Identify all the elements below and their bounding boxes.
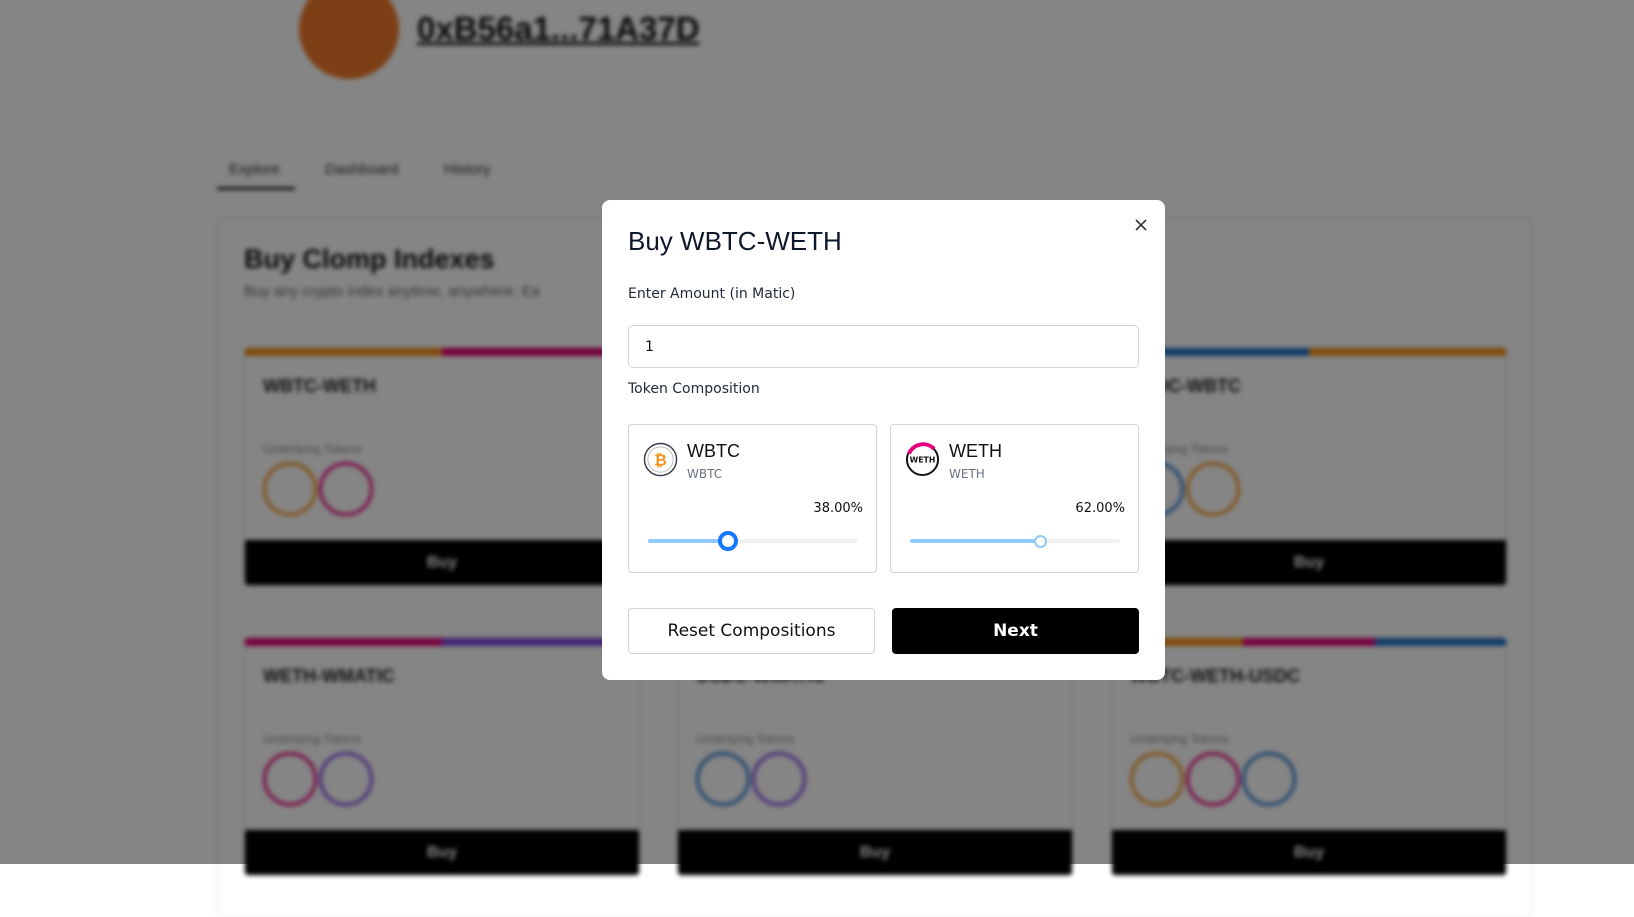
token-percent: 38.00%	[813, 501, 863, 516]
bitcoin-icon: ₿	[643, 442, 678, 477]
composition-slider-weth[interactable]	[910, 533, 1120, 549]
close-icon[interactable]	[1130, 214, 1152, 236]
token-card-weth: WETH WETH WETH 62.00%	[890, 424, 1139, 573]
token-symbol: WETH	[949, 467, 985, 481]
token-percent: 62.00%	[1075, 501, 1125, 516]
composition-slider-wbtc[interactable]	[648, 531, 858, 551]
token-name: WETH	[949, 441, 1002, 461]
next-button[interactable]: Next	[892, 608, 1139, 654]
modal-title: Buy WBTC-WETH	[628, 226, 842, 256]
svg-text:WETH: WETH	[910, 455, 936, 464]
token-symbol: WBTC	[687, 467, 723, 481]
slider-handle[interactable]	[717, 531, 738, 551]
amount-input[interactable]	[628, 325, 1139, 368]
svg-text:₿: ₿	[654, 451, 667, 469]
token-card-wbtc: ₿ WBTC WBTC 38.00%	[628, 424, 877, 573]
slider-handle[interactable]	[1034, 535, 1048, 548]
token-name: WBTC	[687, 441, 740, 461]
reset-compositions-button[interactable]: Reset Compositions	[628, 608, 875, 654]
composition-label: Token Composition	[628, 381, 760, 397]
weth-icon: WETH	[905, 442, 940, 477]
buy-modal: Buy WBTC-WETH Enter Amount (in Matic) To…	[602, 200, 1165, 680]
amount-label: Enter Amount (in Matic)	[628, 286, 796, 302]
